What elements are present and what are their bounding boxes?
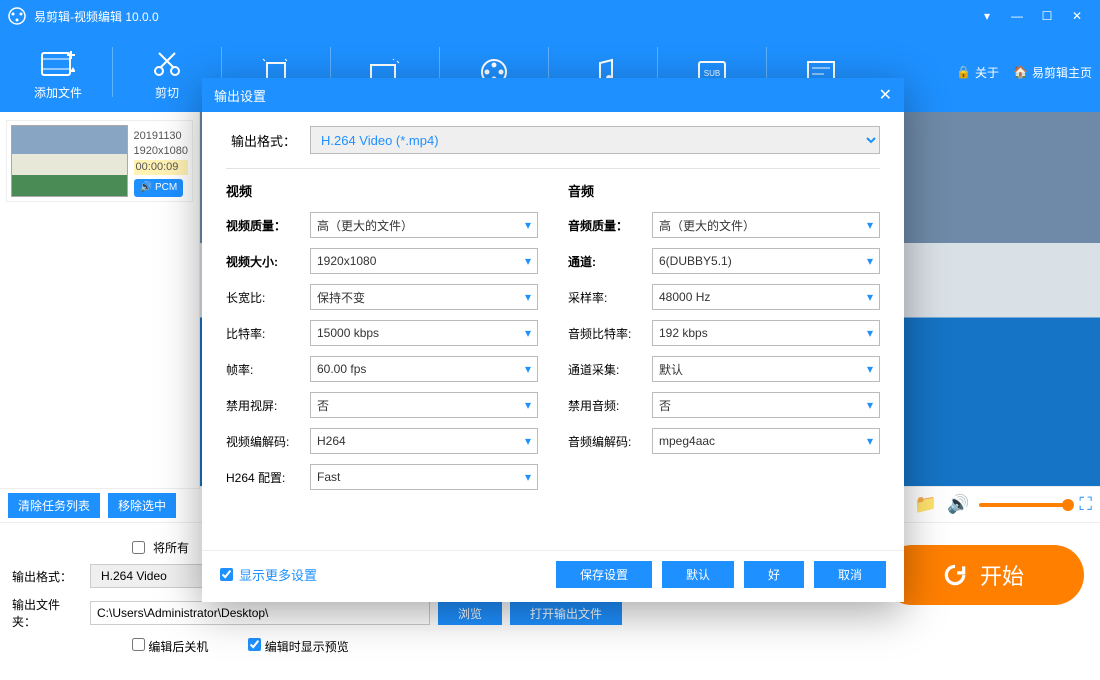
task-action-bar: 清除任务列表 移除选中 xyxy=(0,488,200,522)
apply-all-checkbox[interactable] xyxy=(132,541,145,554)
audio-quality-select[interactable]: 高（更大的文件） xyxy=(652,212,880,238)
lock-icon: 🔒 xyxy=(956,65,971,79)
volume-icon[interactable]: 🔊 xyxy=(947,494,969,515)
defaults-button[interactable]: 默认 xyxy=(662,561,734,588)
video-size-select[interactable]: 1920x1080 xyxy=(310,248,538,274)
fps-select[interactable]: 60.00 fps xyxy=(310,356,538,382)
output-format-label: 输出格式： xyxy=(12,568,82,585)
minimize-button[interactable]: — xyxy=(1002,0,1032,32)
chevron-down-icon xyxy=(525,218,531,232)
video-bitrate-select[interactable]: 15000 kbps xyxy=(310,320,538,346)
audio-channel-select[interactable]: 6(DUBBY5.1) xyxy=(652,248,880,274)
task-item[interactable]: 20191130 1920x1080 00:00:09 🔊PCM xyxy=(6,120,193,202)
pcm-badge: 🔊PCM xyxy=(134,179,184,197)
dialog-footer: 显示更多设置 保存设置 默认 好 取消 xyxy=(202,550,904,602)
output-settings-dialog: 输出设置 ✕ 输出格式： H.264 Video (*.mp4) 视频 视频质量… xyxy=(202,78,904,602)
add-file-label: 添加文件 xyxy=(8,84,108,101)
task-list: 20191130 1920x1080 00:00:09 🔊PCM xyxy=(0,112,200,488)
chevron-down-icon xyxy=(525,398,531,412)
fullscreen-icon[interactable]: ⛶ xyxy=(1079,494,1092,515)
output-folder-input[interactable] xyxy=(90,601,430,625)
chevron-down-icon xyxy=(867,218,873,232)
apply-all-label: 将所有 xyxy=(153,539,189,556)
chevron-down-icon xyxy=(525,290,531,304)
disable-audio-select[interactable]: 否 xyxy=(652,392,880,418)
app-title: 易剪辑-视频编辑 10.0.0 xyxy=(34,8,159,25)
task-meta: 20191130 1920x1080 00:00:09 🔊PCM xyxy=(134,129,188,197)
add-file-button[interactable]: 添加文件 xyxy=(8,44,108,101)
homepage-link[interactable]: 🏠易剪辑主页 xyxy=(1013,64,1092,81)
show-more-checkbox-row[interactable]: 显示更多设置 xyxy=(220,565,317,584)
sample-rate-select[interactable]: 48000 Hz xyxy=(652,284,880,310)
channel-capture-select[interactable]: 默认 xyxy=(652,356,880,382)
add-file-icon xyxy=(8,44,108,84)
chevron-down-icon xyxy=(525,470,531,484)
chevron-down-icon xyxy=(867,362,873,376)
title-bar: 易剪辑-视频编辑 10.0.0 ▾ — ☐ ✕ xyxy=(0,0,1100,32)
video-quality-select[interactable]: 高（更大的文件） xyxy=(310,212,538,238)
remove-selected-button[interactable]: 移除选中 xyxy=(108,493,176,518)
home-icon: 🏠 xyxy=(1013,65,1028,79)
show-more-checkbox xyxy=(220,568,233,581)
svg-text:SUB: SUB xyxy=(704,69,720,78)
start-button[interactable]: 开始 xyxy=(882,545,1084,605)
task-thumbnail xyxy=(11,125,128,197)
chevron-down-icon xyxy=(867,290,873,304)
chevron-down-icon xyxy=(525,434,531,448)
about-link[interactable]: 🔒关于 xyxy=(956,64,999,81)
video-codec-select[interactable]: H264 xyxy=(310,428,538,454)
preview-checkbox[interactable] xyxy=(248,638,261,651)
audio-bitrate-select[interactable]: 192 kbps xyxy=(652,320,880,346)
video-column: 视频 视频质量：高（更大的文件） 视频大小:1920x1080 长宽比:保持不变… xyxy=(226,181,538,500)
chevron-down-icon xyxy=(867,254,873,268)
window-dropdown-button[interactable]: ▾ xyxy=(972,0,1002,32)
cancel-button[interactable]: 取消 xyxy=(814,561,886,588)
chevron-down-icon xyxy=(525,362,531,376)
refresh-icon xyxy=(942,562,968,588)
close-button[interactable]: ✕ xyxy=(1062,0,1092,32)
audio-column: 音频 音频质量：高（更大的文件） 通道:6(DUBBY5.1) 采样率:4800… xyxy=(568,181,880,500)
shutdown-checkbox[interactable] xyxy=(132,638,145,651)
video-heading: 视频 xyxy=(226,181,538,200)
maximize-button[interactable]: ☐ xyxy=(1032,0,1062,32)
chevron-down-icon xyxy=(525,254,531,268)
aspect-select[interactable]: 保持不变 xyxy=(310,284,538,310)
clear-tasks-button[interactable]: 清除任务列表 xyxy=(8,493,100,518)
chevron-down-icon xyxy=(867,326,873,340)
volume-slider[interactable] xyxy=(979,503,1069,507)
open-output-button[interactable]: 打开输出文件 xyxy=(510,602,622,625)
chevron-down-icon xyxy=(867,398,873,412)
save-settings-button[interactable]: 保存设置 xyxy=(556,561,652,588)
dialog-close-button[interactable]: ✕ xyxy=(879,85,892,105)
ok-button[interactable]: 好 xyxy=(744,561,804,588)
dialog-title: 输出设置 xyxy=(214,86,266,105)
audio-heading: 音频 xyxy=(568,181,880,200)
dialog-header: 输出设置 ✕ xyxy=(202,78,904,112)
h264-profile-select[interactable]: Fast xyxy=(310,464,538,490)
open-folder-icon[interactable]: 📁 xyxy=(915,494,937,515)
disable-video-select[interactable]: 否 xyxy=(310,392,538,418)
app-logo-icon xyxy=(8,7,26,25)
chevron-down-icon xyxy=(525,326,531,340)
dlg-output-format-select[interactable]: H.264 Video (*.mp4) xyxy=(310,126,880,154)
browse-button[interactable]: 浏览 xyxy=(438,602,502,625)
dlg-output-format-label: 输出格式： xyxy=(226,131,296,150)
chevron-down-icon xyxy=(867,434,873,448)
audio-codec-select[interactable]: mpeg4aac xyxy=(652,428,880,454)
output-folder-label: 输出文件夹： xyxy=(12,596,82,630)
